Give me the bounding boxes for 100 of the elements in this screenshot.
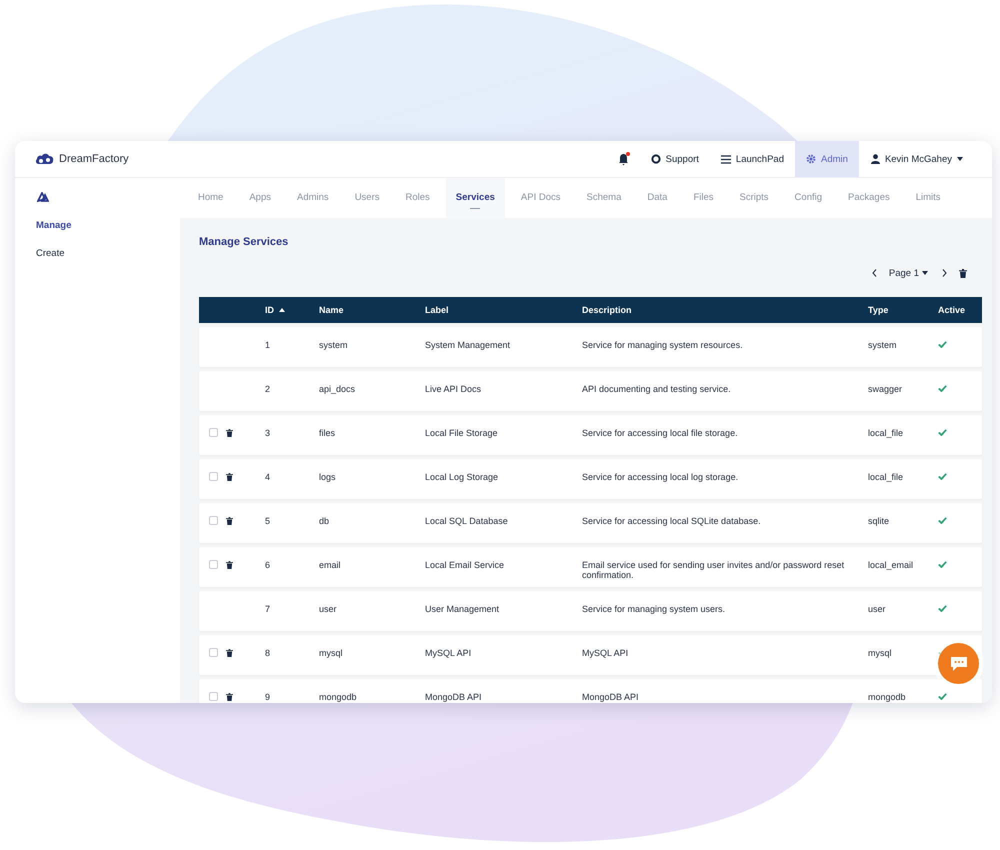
nav-tab[interactable]: Data	[637, 178, 678, 218]
page-title: Manage Services	[199, 236, 290, 248]
trash-icon[interactable]	[226, 560, 233, 568]
menu-icon	[720, 154, 731, 164]
table-cell: Local Log Storage	[425, 472, 498, 482]
user-icon	[870, 154, 880, 164]
nav-tab[interactable]: Scripts	[730, 178, 779, 218]
nav-link[interactable]: LaunchPad	[710, 141, 795, 177]
page-dropdown[interactable]: Page 1	[886, 266, 931, 280]
column-header[interactable]: ID	[265, 305, 285, 315]
nav-tab[interactable]: Users	[344, 178, 390, 218]
table-cell: user	[319, 604, 337, 614]
table-cell: 4	[265, 472, 270, 482]
trash-icon	[959, 268, 967, 278]
table-cell: 8	[265, 648, 270, 658]
table-cell: User Management	[425, 604, 500, 614]
table-cell-text: Service for managing system resources.	[582, 340, 744, 350]
logo-icon	[37, 192, 49, 202]
table-cell: MongoDB API	[425, 692, 482, 702]
bell-icon	[618, 152, 630, 166]
table-cell-text: Service for accessing local file storage.	[582, 428, 739, 438]
table-cell-text: Email service used for sending user invites and/or password reset confirmation.	[582, 560, 846, 580]
table-cell: 3	[265, 428, 270, 438]
table-cell: swagger	[868, 384, 902, 394]
nav-tab[interactable]: Services	[446, 178, 505, 218]
sidebar-item[interactable]: Create	[36, 248, 180, 276]
column-header[interactable]: Name	[319, 305, 344, 315]
nav-tab[interactable]: Apps	[239, 178, 281, 218]
table-cell-text: API documenting and testing service.	[582, 384, 732, 394]
table-cell: local_file	[868, 472, 904, 482]
table-cell: db	[319, 516, 330, 526]
chevron-right-icon	[942, 269, 947, 277]
column-header[interactable]: Label	[425, 305, 449, 315]
table-cell-text: Service for managing system users.	[582, 604, 726, 614]
nav-link[interactable]: Admin	[795, 141, 859, 177]
nav-tab[interactable]: Schema	[576, 178, 632, 218]
brand-name: DreamFactory	[59, 153, 129, 165]
trash-icon[interactable]	[226, 648, 233, 656]
table-cell: mysql	[319, 648, 343, 658]
table-cell: MySQL API	[425, 648, 472, 658]
trash-icon[interactable]	[226, 428, 233, 436]
nav-tab[interactable]: Admins	[287, 178, 339, 218]
nav-link[interactable]: Support	[640, 141, 710, 177]
table-cell: logs	[319, 472, 336, 482]
row-checkbox[interactable]	[209, 648, 218, 657]
row-checkbox[interactable]	[209, 692, 218, 701]
column-header[interactable]: Type	[868, 305, 888, 315]
table-cell: mysql	[868, 648, 892, 658]
table-cell-text: Service for accessing local SQLite database.	[582, 516, 762, 526]
table-cell: 9	[265, 692, 270, 702]
table-cell: mongodb	[868, 692, 906, 702]
table-cell-text: MongoDB API	[582, 692, 640, 702]
table-cell: Local File Storage	[425, 428, 498, 438]
table-cell: api_docs	[319, 384, 356, 394]
table-cell: 6	[265, 560, 270, 570]
settings-icon	[806, 154, 816, 164]
row-checkbox[interactable]	[209, 516, 218, 525]
caret-icon	[922, 271, 928, 275]
column-header[interactable]: Active	[938, 305, 966, 315]
trash-icon[interactable]	[226, 692, 233, 700]
table-cell: system	[868, 340, 897, 350]
table-cell: system	[319, 340, 348, 350]
table-cell: files	[319, 428, 336, 438]
nav-tab[interactable]: Packages	[838, 178, 900, 218]
table-cell: mongodb	[319, 692, 357, 702]
nav-tab[interactable]: Files	[683, 178, 724, 218]
caret-icon	[957, 157, 963, 161]
delete-button[interactable]	[956, 266, 970, 280]
row-checkbox[interactable]	[209, 428, 218, 437]
table-cell: Live API Docs	[425, 384, 482, 394]
table-cell-text: MySQL API	[582, 648, 630, 658]
nav-tab[interactable]: Config	[784, 178, 832, 218]
row-checkbox[interactable]	[209, 472, 218, 481]
nav-tab[interactable]: Limits	[906, 178, 951, 218]
sidebar-item[interactable]: Manage	[36, 220, 180, 248]
table-cell: email	[319, 560, 341, 570]
table-cell: Local SQL Database	[425, 516, 508, 526]
column-header[interactable]: Description	[582, 305, 632, 315]
chevron-left-icon	[872, 269, 877, 277]
table-cell-text: Service for accessing local log storage.	[582, 472, 740, 482]
table-cell: System Management	[425, 340, 510, 350]
cloud-logo-icon	[35, 152, 55, 166]
nav-tab[interactable]: Home	[188, 178, 234, 218]
table-cell: Local Email Service	[425, 560, 504, 570]
trash-icon[interactable]	[226, 516, 233, 524]
table-cell: user	[868, 604, 886, 614]
nav-tab[interactable]: API Docs	[510, 178, 570, 218]
trash-icon[interactable]	[226, 472, 233, 480]
lifebuoy-icon	[650, 154, 661, 164]
table-cell: sqlite	[868, 516, 890, 526]
nav-tab[interactable]: Roles	[396, 178, 440, 218]
table-cell: local_file	[868, 428, 904, 438]
table-cell: local_email	[868, 560, 914, 570]
row-checkbox[interactable]	[209, 560, 218, 569]
chat-bubble-icon	[948, 656, 968, 672]
user-menu[interactable]: Kevin McGahey	[858, 141, 974, 177]
table-cell: 1	[265, 340, 270, 350]
table-cell: 7	[265, 604, 270, 614]
table-cell: 5	[265, 516, 270, 526]
table-cell: 2	[265, 384, 270, 394]
